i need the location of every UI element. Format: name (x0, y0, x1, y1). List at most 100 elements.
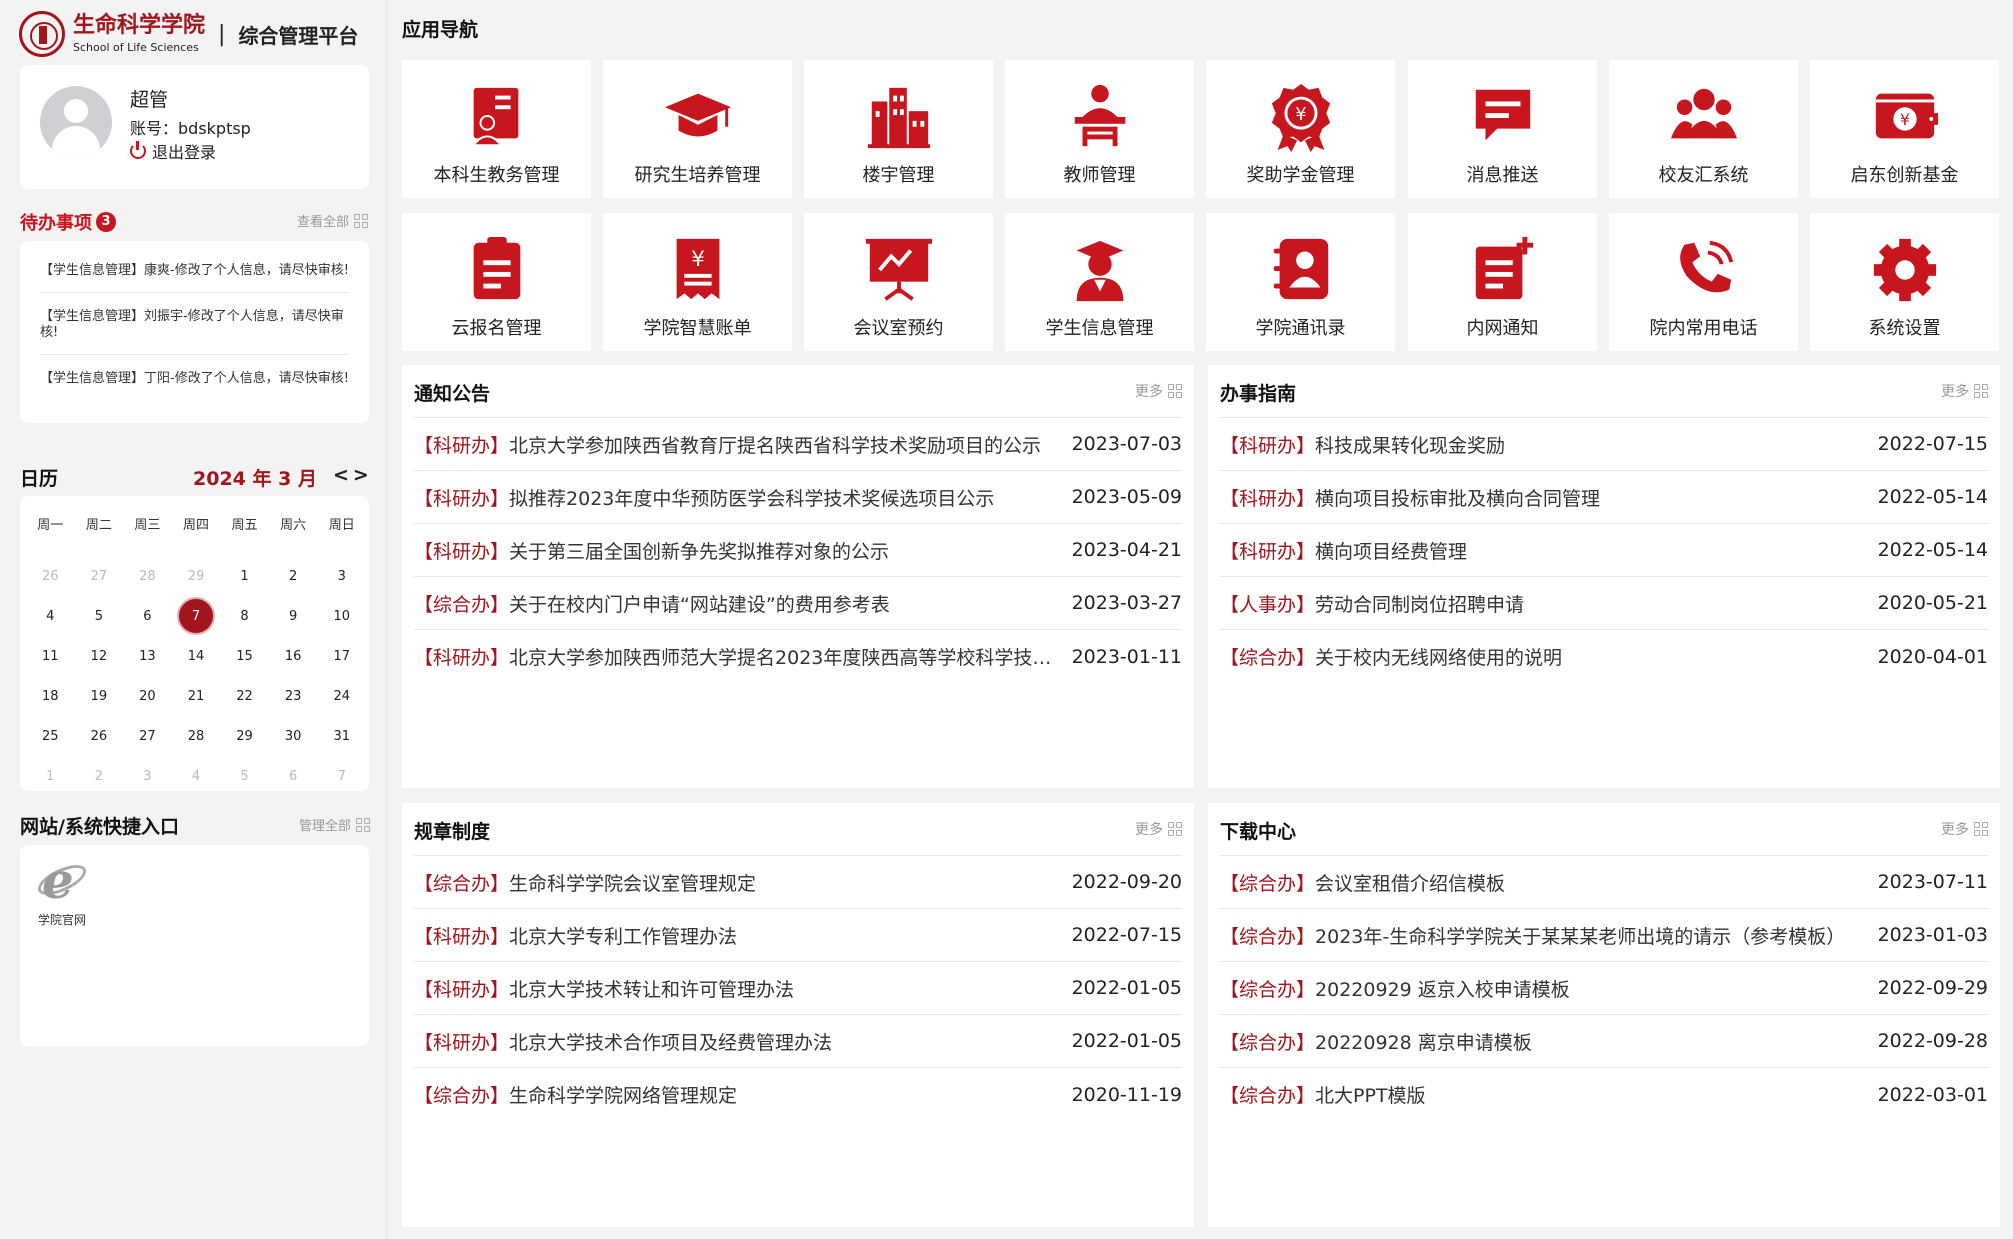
list-item[interactable]: 【综合办】20220929 返京入校申请模板 2022-09-29 (1220, 962, 1988, 1015)
calendar-day[interactable]: 7 (317, 756, 366, 796)
downloads-more-link[interactable]: 更多 (1941, 819, 1988, 839)
app-tile[interactable]: 院内常用电话 (1609, 213, 1798, 351)
quick-link-college-site[interactable]: e 学院官网 (32, 853, 92, 928)
app-tile[interactable]: 消息推送 (1408, 60, 1597, 198)
app-tile[interactable]: 校友汇系统 (1609, 60, 1798, 198)
calendar-day[interactable]: 6 (123, 596, 172, 636)
list-item[interactable]: 【科研办】北京大学参加陕西省教育厅提名陕西省科学技术奖励项目的公示 2023-07… (414, 418, 1182, 471)
list-item[interactable]: 【综合办】2023年-生命科学学院关于某某某老师出境的请示（参考模板） 2023-… (1220, 909, 1988, 962)
calendar-nav-arrows[interactable]: <> (333, 464, 373, 486)
list-item[interactable]: 【综合办】北大PPT模版 2022-03-01 (1220, 1068, 1988, 1121)
calendar-day[interactable]: 12 (75, 636, 124, 676)
calendar-day[interactable]: 28 (172, 716, 221, 756)
calendar-day[interactable]: 11 (26, 636, 75, 676)
app-tile[interactable]: ¥ 奖助学金管理 (1206, 60, 1395, 198)
calendar-day[interactable]: 27 (75, 556, 124, 596)
list-item[interactable]: 【科研办】关于第三届全国创新争先奖拟推荐对象的公示 2023-04-21 (414, 524, 1182, 577)
calendar-day[interactable]: 10 (317, 596, 366, 636)
calendar-day[interactable]: 26 (26, 556, 75, 596)
calendar-day[interactable]: 22 (220, 676, 269, 716)
app-tile[interactable]: 内网通知 (1408, 213, 1597, 351)
calendar-day[interactable]: 4 (172, 756, 221, 796)
calendar-day[interactable]: 15 (220, 636, 269, 676)
calendar-day[interactable]: 29 (220, 716, 269, 756)
list-item[interactable]: 【科研办】北京大学技术合作项目及经费管理办法 2022-01-05 (414, 1015, 1182, 1068)
calendar-day[interactable]: 17 (317, 636, 366, 676)
calendar-day[interactable]: 13 (123, 636, 172, 676)
avatar[interactable] (40, 86, 112, 158)
guides-more-link[interactable]: 更多 (1941, 381, 1988, 401)
list-item[interactable]: 【科研办】北京大学参加陕西师范大学提名2023年度陕西高等学校科学技术研究优秀成… (414, 630, 1182, 683)
list-item[interactable]: 【综合办】生命科学学院网络管理规定 2020-11-19 (414, 1068, 1182, 1121)
app-tile[interactable]: ¥ 启东创新基金 (1810, 60, 1999, 198)
list-item[interactable]: 【综合办】关于校内无线网络使用的说明 2020-04-01 (1220, 630, 1988, 683)
list-item[interactable]: 【科研办】北京大学技术转让和许可管理办法 2022-01-05 (414, 962, 1182, 1015)
app-tile[interactable]: 学生信息管理 (1005, 213, 1194, 351)
meeting-room-icon (863, 235, 935, 305)
todo-item[interactable]: 【学生信息管理】丁阳-修改了个人信息，请尽快审核! (40, 367, 349, 400)
calendar-day[interactable]: 1 (220, 556, 269, 596)
calendar-day[interactable]: 19 (75, 676, 124, 716)
app-tile[interactable]: 云报名管理 (402, 213, 591, 351)
item-text: 北京大学技术转让和许可管理办法 (509, 978, 795, 1001)
todo-view-all-link[interactable]: 查看全部 (297, 211, 369, 230)
logout-button[interactable]: 退出登录 (130, 139, 216, 163)
app-tile[interactable]: 研究生培养管理 (603, 60, 792, 198)
calendar-day[interactable]: 5 (220, 756, 269, 796)
calendar-day[interactable]: 18 (26, 676, 75, 716)
list-item[interactable]: 【科研办】横向项目经费管理 2022-05-14 (1220, 524, 1988, 577)
list-item[interactable]: 【科研办】横向项目投标审批及横向合同管理 2022-05-14 (1220, 471, 1988, 524)
calendar-day[interactable]: 20 (123, 676, 172, 716)
app-tile[interactable]: ¥ 学院智慧账单 (603, 213, 792, 351)
app-label: 云报名管理 (451, 318, 542, 339)
calendar-day[interactable]: 6 (269, 756, 318, 796)
calendar-day[interactable]: 21 (172, 676, 221, 716)
rules-more-link[interactable]: 更多 (1135, 819, 1182, 839)
calendar-day[interactable]: 5 (75, 596, 124, 636)
calendar-day[interactable]: 16 (269, 636, 318, 676)
app-tile[interactable]: 楼宇管理 (804, 60, 993, 198)
todo-item[interactable]: 【学生信息管理】刘振宇-修改了个人信息，请尽快审核! (40, 305, 349, 355)
app-tile[interactable]: 本科生教务管理 (402, 60, 591, 198)
calendar-day-number: 7 (176, 597, 215, 635)
calendar-day[interactable]: 29 (172, 556, 221, 596)
calendar-day[interactable]: 3 (317, 556, 366, 596)
todo-item[interactable]: 【学生信息管理】康爽-修改了个人信息，请尽快审核! (40, 259, 349, 293)
calendar-day[interactable]: 4 (26, 596, 75, 636)
calendar-day[interactable]: 26 (75, 716, 124, 756)
calendar-day[interactable]: 28 (123, 556, 172, 596)
list-item[interactable]: 【科研办】北京大学专利工作管理办法 2022-07-15 (414, 909, 1182, 962)
list-item[interactable]: 【科研办】拟推荐2023年度中华预防医学会科学技术奖候选项目公示 2023-05-… (414, 471, 1182, 524)
list-item[interactable]: 【综合办】生命科学学院会议室管理规定 2022-09-20 (414, 856, 1182, 909)
calendar-day[interactable]: 1 (26, 756, 75, 796)
calendar-day[interactable]: 2 (75, 756, 124, 796)
calendar-day[interactable]: 8 (220, 596, 269, 636)
calendar-day[interactable]: 25 (26, 716, 75, 756)
list-item[interactable]: 【综合办】会议室租借介绍信模板 2023-07-11 (1220, 856, 1988, 909)
list-item[interactable]: 【综合办】关于在校内门户申请“网站建设”的费用参考表 2023-03-27 (414, 577, 1182, 630)
calendar-day[interactable]: 27 (123, 716, 172, 756)
item-date: 2023-04-21 (1071, 539, 1182, 561)
item-title: 【综合办】生命科学学院网络管理规定 (414, 1081, 1054, 1108)
calendar-day[interactable]: 9 (269, 596, 318, 636)
app-tile[interactable]: 学院通讯录 (1206, 213, 1395, 351)
item-category-tag: 【综合办】 (1220, 872, 1316, 895)
notices-more-link[interactable]: 更多 (1135, 381, 1182, 401)
calendar-day[interactable]: 30 (269, 716, 318, 756)
item-text: 横向项目经费管理 (1315, 540, 1468, 563)
app-tile[interactable]: 教师管理 (1005, 60, 1194, 198)
calendar-day[interactable]: 14 (172, 636, 221, 676)
app-tile[interactable]: 系统设置 (1810, 213, 1999, 351)
calendar-day[interactable]: 24 (317, 676, 366, 716)
quick-manage-link[interactable]: 管理全部 (299, 815, 371, 834)
calendar-day[interactable]: 23 (269, 676, 318, 716)
calendar-day[interactable]: 3 (123, 756, 172, 796)
calendar-day[interactable]: 2 (269, 556, 318, 596)
list-item[interactable]: 【科研办】科技成果转化现金奖励 2022-07-15 (1220, 418, 1988, 471)
calendar-day-today[interactable]: 7 (172, 596, 221, 636)
app-tile[interactable]: 会议室预约 (804, 213, 993, 351)
list-item[interactable]: 【综合办】20220928 离京申请模板 2022-09-28 (1220, 1015, 1988, 1068)
calendar-day[interactable]: 31 (317, 716, 366, 756)
list-item[interactable]: 【人事办】劳动合同制岗位招聘申请 2020-05-21 (1220, 577, 1988, 630)
notices-panel: 通知公告 更多 【科研办】北京大学参加陕西省教育厅提名陕西省科学技术奖励项目的公… (402, 365, 1194, 788)
